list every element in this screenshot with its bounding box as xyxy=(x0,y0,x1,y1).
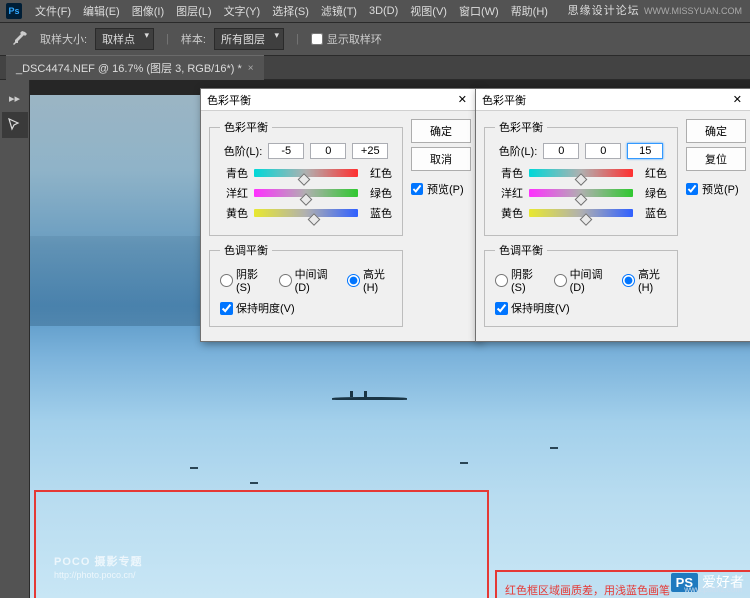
app-logo: Ps xyxy=(6,3,22,19)
close-tab-icon[interactable]: × xyxy=(248,63,254,74)
slider-cyan-red[interactable] xyxy=(254,169,358,177)
boat-shape xyxy=(332,397,407,400)
sample-size-label: 取样大小: xyxy=(40,31,87,47)
menu-type[interactable]: 文字(Y) xyxy=(219,1,266,21)
watermark-poco: POCO 摄影专题 http://photo.poco.cn/ xyxy=(54,552,142,580)
dialog-titlebar[interactable]: 色彩平衡 ✕ xyxy=(476,89,750,111)
ok-button[interactable]: 确定 xyxy=(411,119,471,143)
level-cyan-red[interactable] xyxy=(543,143,579,159)
slider-yellow-blue[interactable] xyxy=(529,209,633,217)
sample-dropdown[interactable]: 所有图层 xyxy=(214,28,284,50)
preserve-luminosity-checkbox[interactable]: 保持明度(V) xyxy=(220,300,392,316)
ok-button[interactable]: 确定 xyxy=(686,119,746,143)
level-yellow-blue[interactable] xyxy=(352,143,388,159)
menu-help[interactable]: 帮助(H) xyxy=(506,1,553,21)
options-bar: 取样大小: 取样点 | 样本: 所有图层 | 显示取样环 xyxy=(0,22,750,56)
menu-edit[interactable]: 编辑(E) xyxy=(78,1,125,21)
menu-window[interactable]: 窗口(W) xyxy=(454,1,504,21)
sample-label: 样本: xyxy=(181,31,206,47)
radio-midtones[interactable]: 中间调(D) xyxy=(279,266,333,294)
annotation-region-box xyxy=(34,490,489,598)
color-balance-dialog-1[interactable]: 色彩平衡 ✕ 色彩平衡 色阶(L): 青色红色 洋红绿色 xyxy=(200,88,480,342)
cancel-button[interactable]: 取消 xyxy=(411,147,471,171)
level-magenta-green[interactable] xyxy=(310,143,346,159)
radio-highlights[interactable]: 高光(H) xyxy=(622,266,667,294)
dialog-titlebar[interactable]: 色彩平衡 ✕ xyxy=(201,89,479,111)
tone-balance-fieldset: 色调平衡 阴影(S) 中间调(D) 高光(H) 保持明度(V) xyxy=(484,242,678,327)
radio-midtones[interactable]: 中间调(D) xyxy=(554,266,608,294)
preview-checkbox[interactable]: 预览(P) xyxy=(411,181,471,197)
dialog-title: 色彩平衡 xyxy=(482,92,526,108)
watermark-psahz: PS 爱好者 www.psahz.com xyxy=(671,572,744,592)
menu-view[interactable]: 视图(V) xyxy=(405,1,452,21)
menu-file[interactable]: 文件(F) xyxy=(30,1,76,21)
slider-magenta-green[interactable] xyxy=(254,189,358,197)
menu-3d[interactable]: 3D(D) xyxy=(364,3,403,19)
slider-yellow-blue[interactable] xyxy=(254,209,358,217)
menu-select[interactable]: 选择(S) xyxy=(267,1,314,21)
level-cyan-red[interactable] xyxy=(268,143,304,159)
level-magenta-green[interactable] xyxy=(585,143,621,159)
slider-magenta-green[interactable] xyxy=(529,189,633,197)
radio-shadows[interactable]: 阴影(S) xyxy=(495,266,540,294)
close-icon[interactable]: ✕ xyxy=(452,93,473,106)
watermark-top: 思缘设计论坛 WWW.MISSYUAN.COM xyxy=(568,2,742,18)
reset-button[interactable]: 复位 xyxy=(686,147,746,171)
menu-filter[interactable]: 滤镜(T) xyxy=(316,1,362,21)
eyedropper-icon[interactable] xyxy=(8,27,32,51)
color-balance-fieldset: 色彩平衡 色阶(L): 青色红色 洋红绿色 黄色蓝色 xyxy=(209,119,403,236)
levels-label: 色阶(L): xyxy=(499,143,538,159)
sample-size-dropdown[interactable]: 取样点 xyxy=(95,28,154,50)
close-icon[interactable]: ✕ xyxy=(727,93,748,106)
radio-shadows[interactable]: 阴影(S) xyxy=(220,266,265,294)
radio-highlights[interactable]: 高光(H) xyxy=(347,266,392,294)
level-yellow-blue[interactable] xyxy=(627,143,663,159)
preserve-luminosity-checkbox[interactable]: 保持明度(V) xyxy=(495,300,667,316)
menu-layer[interactable]: 图层(L) xyxy=(171,1,216,21)
expand-tools-icon[interactable]: ▸▸ xyxy=(2,85,28,111)
dialog-title: 色彩平衡 xyxy=(207,92,251,108)
document-tab[interactable]: _DSC4474.NEF @ 16.7% (图层 3, RGB/16*) *× xyxy=(6,55,264,80)
canvas-area[interactable]: ⇐ 红色框区域画质差，用浅蓝色画笔 涂抹调整 POCO 摄影专题 http://… xyxy=(30,80,750,598)
color-balance-dialog-2[interactable]: 色彩平衡 ✕ 色彩平衡 色阶(L): 青色红色 洋红绿色 xyxy=(475,88,750,342)
slider-cyan-red[interactable] xyxy=(529,169,633,177)
document-tab-bar: _DSC4474.NEF @ 16.7% (图层 3, RGB/16*) *× xyxy=(0,56,750,80)
menu-image[interactable]: 图像(I) xyxy=(127,1,169,21)
move-tool[interactable] xyxy=(2,112,28,138)
tool-palette: ▸▸ xyxy=(0,80,30,598)
levels-label: 色阶(L): xyxy=(224,143,263,159)
tone-balance-fieldset: 色调平衡 阴影(S) 中间调(D) 高光(H) 保持明度(V) xyxy=(209,242,403,327)
color-balance-fieldset: 色彩平衡 色阶(L): 青色红色 洋红绿色 黄色蓝色 xyxy=(484,119,678,236)
preview-checkbox[interactable]: 预览(P) xyxy=(686,181,746,197)
show-ring-checkbox[interactable]: 显示取样环 xyxy=(311,31,382,47)
